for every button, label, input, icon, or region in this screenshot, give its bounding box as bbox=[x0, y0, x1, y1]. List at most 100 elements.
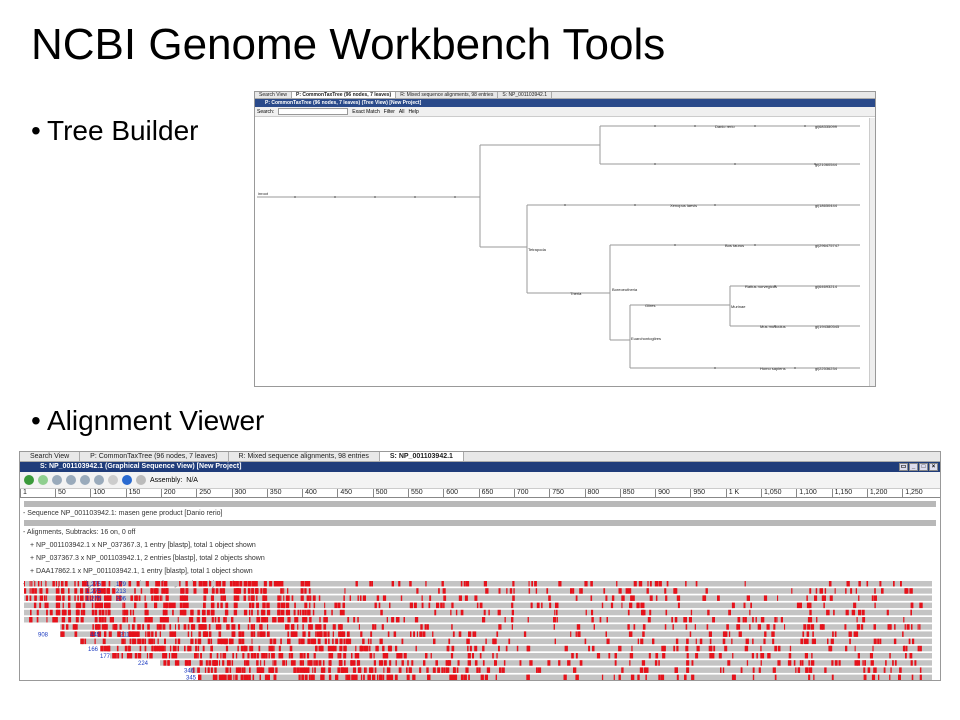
track-subtrack-3[interactable]: + DAA17862.1 x NP_001103942.1, 1 entry [… bbox=[20, 565, 940, 578]
mismatch-mark bbox=[498, 645, 500, 652]
mismatch-mark bbox=[685, 581, 687, 587]
leaf-homo[interactable]: Homo sapiens bbox=[760, 366, 786, 371]
track-subtrack-1[interactable]: + NP_001103942.1 x NP_037367.3, 1 entry … bbox=[20, 539, 940, 552]
mismatch-mark bbox=[590, 581, 593, 587]
restore-icon[interactable]: ▭ bbox=[899, 463, 908, 471]
mismatch-mark bbox=[456, 667, 459, 673]
tab-search-view[interactable]: Search View bbox=[255, 92, 292, 98]
filter-button[interactable]: Filter bbox=[384, 109, 395, 115]
zoom-selection-icon[interactable] bbox=[108, 475, 118, 485]
ruler-tick: 900 bbox=[655, 489, 670, 497]
leaf-danio[interactable]: Danio rerio bbox=[715, 124, 735, 129]
maximize-icon[interactable]: □ bbox=[919, 463, 928, 471]
leaf-bos[interactable]: Bos taurus bbox=[725, 243, 744, 248]
mismatch-mark bbox=[231, 660, 234, 666]
minimize-icon[interactable]: _ bbox=[909, 463, 918, 471]
phylogenetic-tree[interactable]: inroot Danio rerio gi|68335099 Xenopus l… bbox=[255, 118, 871, 387]
tab-mixed-alignments[interactable]: R: Mixed sequence alignments, 98 entries bbox=[229, 452, 380, 461]
mismatch-mark bbox=[299, 667, 303, 673]
mismatch-mark bbox=[61, 581, 63, 587]
search-input[interactable] bbox=[278, 108, 349, 115]
back-icon[interactable] bbox=[24, 475, 34, 485]
tab-sequence[interactable]: S: NP_001103942.1 bbox=[379, 452, 464, 461]
mismatch-mark bbox=[914, 660, 917, 666]
leaf-id-6[interactable]: gi|194380545 bbox=[815, 324, 840, 329]
leaf-xenopus[interactable]: Xenopus laevis bbox=[670, 203, 697, 208]
mismatch-mark bbox=[808, 674, 811, 680]
mismatch-mark bbox=[772, 638, 775, 645]
close-icon[interactable]: × bbox=[929, 463, 938, 471]
ruler-tick: 250 bbox=[196, 489, 211, 497]
leaf-id-2[interactable]: gi|18650444 bbox=[815, 203, 838, 208]
node-murinae[interactable]: Murinae bbox=[731, 304, 746, 309]
sequence-ruler[interactable]: 1 50 100 150 200 250 300 350 400 450 500 550 600 650 7… bbox=[20, 489, 940, 498]
node-root[interactable]: inroot bbox=[258, 191, 269, 196]
mismatch-mark bbox=[285, 660, 287, 666]
zoom-fit-icon[interactable] bbox=[80, 475, 90, 485]
mismatch-mark bbox=[303, 653, 306, 659]
mismatch-mark bbox=[307, 653, 310, 659]
tab-common-tax-tree[interactable]: P: CommonTaxTree (96 nodes, 7 leaves) bbox=[291, 92, 397, 98]
leaf-id-7[interactable]: gi|22536234 bbox=[815, 366, 838, 371]
mismatch-mark bbox=[177, 645, 179, 652]
zoom-in-icon[interactable] bbox=[66, 475, 76, 485]
leaf-rattus[interactable]: Rattus norvegicus bbox=[745, 284, 777, 289]
alignment-row[interactable] bbox=[60, 631, 932, 637]
leaf-id-1[interactable]: gi|68335099 bbox=[815, 124, 838, 129]
node-boreoeutheria[interactable]: Boreoeutheria bbox=[612, 287, 638, 292]
mismatch-mark bbox=[526, 645, 530, 652]
mismatch-mark bbox=[104, 631, 107, 637]
mismatch-mark bbox=[247, 653, 250, 659]
mismatch-mark bbox=[731, 602, 735, 609]
zoom-out-icon[interactable] bbox=[52, 475, 62, 485]
alignment-rows[interactable]: 1,275 179 1,275 213 1,275 206 908 445 211 166177 2… bbox=[20, 579, 940, 681]
mismatch-mark bbox=[182, 602, 186, 609]
mismatch-mark bbox=[163, 602, 167, 609]
node-theria[interactable]: Theria bbox=[570, 291, 582, 296]
forward-icon[interactable] bbox=[38, 475, 48, 485]
tab-common-tax-tree[interactable]: P: CommonTaxTree (96 nodes, 7 leaves) bbox=[80, 452, 229, 461]
match-dropdown[interactable]: Exact Match bbox=[352, 109, 380, 115]
mismatch-mark bbox=[215, 624, 220, 630]
zoom-sequence-icon[interactable] bbox=[94, 475, 104, 485]
all-checkbox[interactable]: All bbox=[399, 109, 405, 115]
mismatch-mark bbox=[169, 653, 170, 659]
mismatch-mark bbox=[77, 595, 79, 601]
mismatch-mark bbox=[257, 653, 259, 659]
mismatch-mark bbox=[558, 660, 561, 666]
help-button[interactable]: Help bbox=[408, 109, 418, 115]
node-tetrapoda[interactable]: Tetrapoda bbox=[528, 247, 547, 252]
alignment-row[interactable] bbox=[24, 609, 932, 616]
bullet-alignment-viewer: • Alignment Viewer bbox=[31, 405, 265, 436]
leaf-id-5[interactable]: gi|64693214 bbox=[815, 284, 838, 289]
node-euarchontoglires[interactable]: Euarchontoglires bbox=[631, 336, 661, 341]
mismatch-mark bbox=[29, 581, 31, 587]
track-subtrack-2[interactable]: + NP_037367.3 x NP_001103942.1, 2 entrie… bbox=[20, 552, 940, 565]
leaf-mus[interactable]: Mus musculus bbox=[760, 324, 786, 329]
mismatch-mark bbox=[455, 609, 458, 616]
mismatch-mark bbox=[252, 674, 255, 680]
mismatch-mark bbox=[547, 660, 551, 666]
track-alignments[interactable]: - Alignments, Subtracks: 16 on, 0 off bbox=[20, 526, 940, 539]
tab-search-view[interactable]: Search View bbox=[20, 452, 81, 461]
info-icon[interactable] bbox=[122, 475, 132, 485]
mismatch-mark bbox=[446, 645, 449, 652]
assembly-value[interactable]: N/A bbox=[186, 477, 198, 484]
alignment-row[interactable] bbox=[60, 624, 932, 630]
alignment-row[interactable] bbox=[100, 645, 932, 652]
leaf-id-3[interactable]: gi|21060544 bbox=[815, 162, 838, 167]
tab-mixed-alignments[interactable]: R: Mixed sequence alignments, 98 entries bbox=[396, 92, 499, 98]
node-glires[interactable]: Glires bbox=[645, 303, 655, 308]
tab-sequence[interactable]: S: NP_001103942.1 bbox=[498, 92, 552, 98]
mismatch-mark bbox=[344, 588, 346, 594]
mismatch-mark bbox=[530, 602, 532, 609]
alignment-row[interactable] bbox=[24, 588, 932, 594]
mismatch-mark bbox=[287, 631, 290, 637]
leaf-id-4[interactable]: gi|296475747 bbox=[815, 243, 840, 248]
mismatch-mark bbox=[359, 667, 362, 673]
settings-icon[interactable] bbox=[136, 475, 146, 485]
track-sequence[interactable]: - Sequence NP_001103942.1: masen gene pr… bbox=[20, 507, 940, 520]
tree-scrollbar[interactable] bbox=[869, 118, 875, 386]
mismatch-mark bbox=[802, 631, 805, 637]
mismatch-mark bbox=[240, 645, 244, 652]
